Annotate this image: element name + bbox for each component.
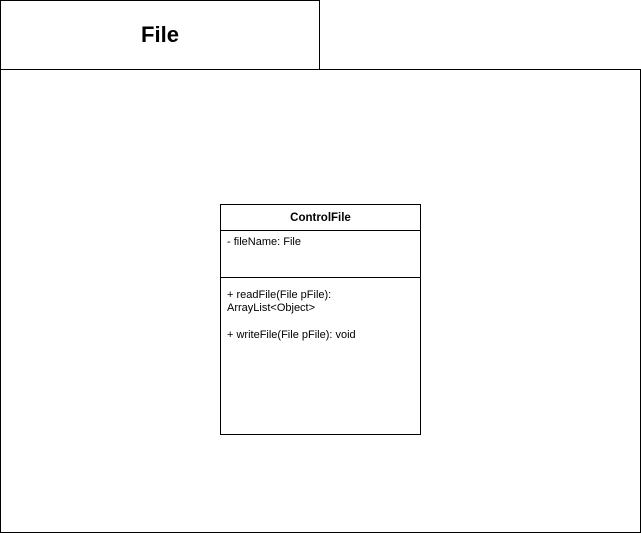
class-attributes: - fileName: File <box>221 231 420 278</box>
attribute-filename: - fileName: File <box>227 236 301 248</box>
operation-readfile: + readFile(File pFile): ArrayList<Object… <box>227 289 332 314</box>
package-title: File <box>141 22 179 47</box>
package-tab: File <box>0 0 320 70</box>
class-operations: + readFile(File pFile): ArrayList<Object… <box>221 278 420 342</box>
operation-writefile: + writeFile(File pFile): void <box>227 329 356 341</box>
class-name: ControlFile <box>221 205 420 231</box>
uml-class-controlfile[interactable]: ControlFile - fileName: File + readFile(… <box>220 204 421 435</box>
operation-spacer <box>227 315 414 329</box>
